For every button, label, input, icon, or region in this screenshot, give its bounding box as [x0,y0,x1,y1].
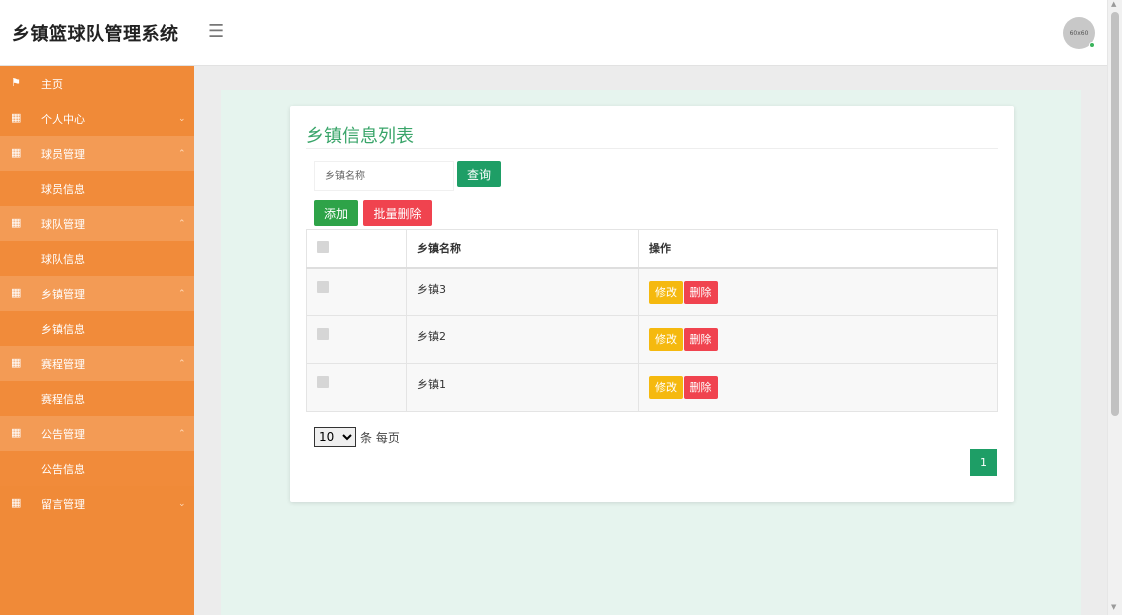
page-title: 乡镇信息列表 [306,126,414,147]
row-name: 乡镇3 [406,267,639,316]
sidebar-item-personal-center[interactable]: ▦ 个人中心 ⌄ [0,101,194,136]
sidebar-item-label: 乡镇管理 [41,287,85,301]
chevron-up-icon: ⌃ [178,288,186,299]
row-name: 乡镇2 [406,315,639,364]
scroll-up-icon[interactable]: ▲ [1111,0,1116,8]
select-all-checkbox[interactable] [317,240,329,253]
chevron-down-icon: ⌄ [178,113,186,124]
chevron-up-icon: ⌃ [178,148,186,159]
sidebar-item-schedule-info[interactable]: 赛程信息 [0,381,194,416]
sidebar-item-label: 个人中心 [41,112,85,126]
grid-icon: ▦ [11,146,22,159]
sidebar-item-label: 乡镇信息 [41,322,85,336]
row-checkbox[interactable] [317,280,329,293]
batch-delete-button[interactable]: 批量删除 [363,200,432,226]
page-size-select[interactable]: 10 [314,427,356,447]
scroll-down-icon[interactable]: ▼ [1111,603,1116,611]
delete-button[interactable]: 删除 [683,280,718,304]
page-scrollbar[interactable]: ▲ ▼ [1107,0,1122,615]
row-select-cell [306,363,407,412]
sidebar-item-home[interactable]: ⚑ 主页 [0,66,194,101]
sidebar-item-label: 公告信息 [41,462,85,476]
sidebar-item-label: 赛程管理 [41,357,85,371]
sidebar-item-label: 球员信息 [41,182,85,196]
search-button[interactable]: 查询 [457,161,501,187]
data-table: 乡镇名称 操作 乡镇3 修改 删除 乡镇2 修改 删除 乡镇1 修改 删除 [306,229,998,412]
sidebar-item-label: 主页 [41,77,63,91]
sidebar-item-player-management[interactable]: ▦ 球员管理 ⌃ [0,136,194,171]
sidebar-item-label: 赛程信息 [41,392,85,406]
sidebar-item-label: 球队信息 [41,252,85,266]
sidebar-item-label: 球员管理 [41,147,85,161]
chevron-up-icon: ⌃ [178,358,186,369]
table-row: 乡镇3 修改 删除 [306,267,998,316]
table-row: 乡镇2 修改 删除 [306,315,998,364]
chevron-up-icon: ⌃ [178,218,186,229]
row-actions: 修改 删除 [638,363,998,412]
sidebar-item-town-management[interactable]: ▦ 乡镇管理 ⌃ [0,276,194,311]
top-header: 乡镇篮球队管理系统 ☰ 60x60 [0,0,1107,66]
row-select-cell [306,267,407,316]
grid-icon: ▦ [11,496,22,509]
list-card: 乡镇信息列表 查询 添加 批量删除 乡镇名称 操作 乡镇3 修改 删除 [290,106,1014,502]
chevron-up-icon: ⌃ [178,428,186,439]
grid-icon: ▦ [11,216,22,229]
sidebar-item-player-info[interactable]: 球员信息 [0,171,194,206]
scrollbar-thumb[interactable] [1111,12,1119,416]
sidebar-item-label: 球队管理 [41,217,85,231]
add-button[interactable]: 添加 [314,200,358,226]
row-actions: 修改 删除 [638,267,998,316]
delete-button[interactable]: 删除 [683,376,718,399]
row-actions: 修改 删除 [638,315,998,364]
edit-button[interactable]: 修改 [649,376,683,399]
sidebar-item-notice-management[interactable]: ▦ 公告管理 ⌃ [0,416,194,451]
row-select-cell [306,315,407,364]
sidebar: ⚑ 主页 ▦ 个人中心 ⌄ ▦ 球员管理 ⌃ 球员信息 ▦ 球队管理 ⌃ 球队信… [0,66,194,615]
grid-icon: ▦ [11,111,22,124]
column-header-actions: 操作 [638,229,998,269]
sidebar-item-team-management[interactable]: ▦ 球队管理 ⌃ [0,206,194,241]
table-header-row: 乡镇名称 操作 [306,229,998,269]
sidebar-item-schedule-management[interactable]: ▦ 赛程管理 ⌃ [0,346,194,381]
chevron-down-icon: ⌄ [178,498,186,509]
table-row: 乡镇1 修改 删除 [306,363,998,412]
grid-icon: ▦ [11,286,22,299]
search-input[interactable] [314,161,454,191]
edit-button[interactable]: 修改 [649,328,683,351]
grid-icon: ▦ [11,356,22,369]
app-title: 乡镇篮球队管理系统 [12,24,179,45]
sidebar-item-team-info[interactable]: 球队信息 [0,241,194,276]
pagination-page-1[interactable]: 1 [970,449,997,476]
flag-icon: ⚑ [11,76,21,89]
row-checkbox[interactable] [317,376,329,388]
edit-button[interactable]: 修改 [649,280,683,304]
page-size-suffix: 条 每页 [360,431,400,445]
sidebar-item-label: 公告管理 [41,427,85,441]
title-divider [306,148,998,149]
select-all-cell [306,229,407,269]
row-checkbox[interactable] [317,328,329,340]
grid-icon: ▦ [11,426,22,439]
row-name: 乡镇1 [406,363,639,412]
sidebar-item-town-info[interactable]: 乡镇信息 [0,311,194,346]
sidebar-item-label: 留言管理 [41,497,85,511]
sidebar-item-message-management[interactable]: ▦ 留言管理 ⌄ [0,486,194,521]
online-status-icon [1089,42,1095,48]
hamburger-icon[interactable]: ☰ [208,21,224,42]
column-header-name[interactable]: 乡镇名称 [406,229,639,269]
sidebar-item-notice-info[interactable]: 公告信息 [0,451,194,486]
delete-button[interactable]: 删除 [683,328,718,351]
